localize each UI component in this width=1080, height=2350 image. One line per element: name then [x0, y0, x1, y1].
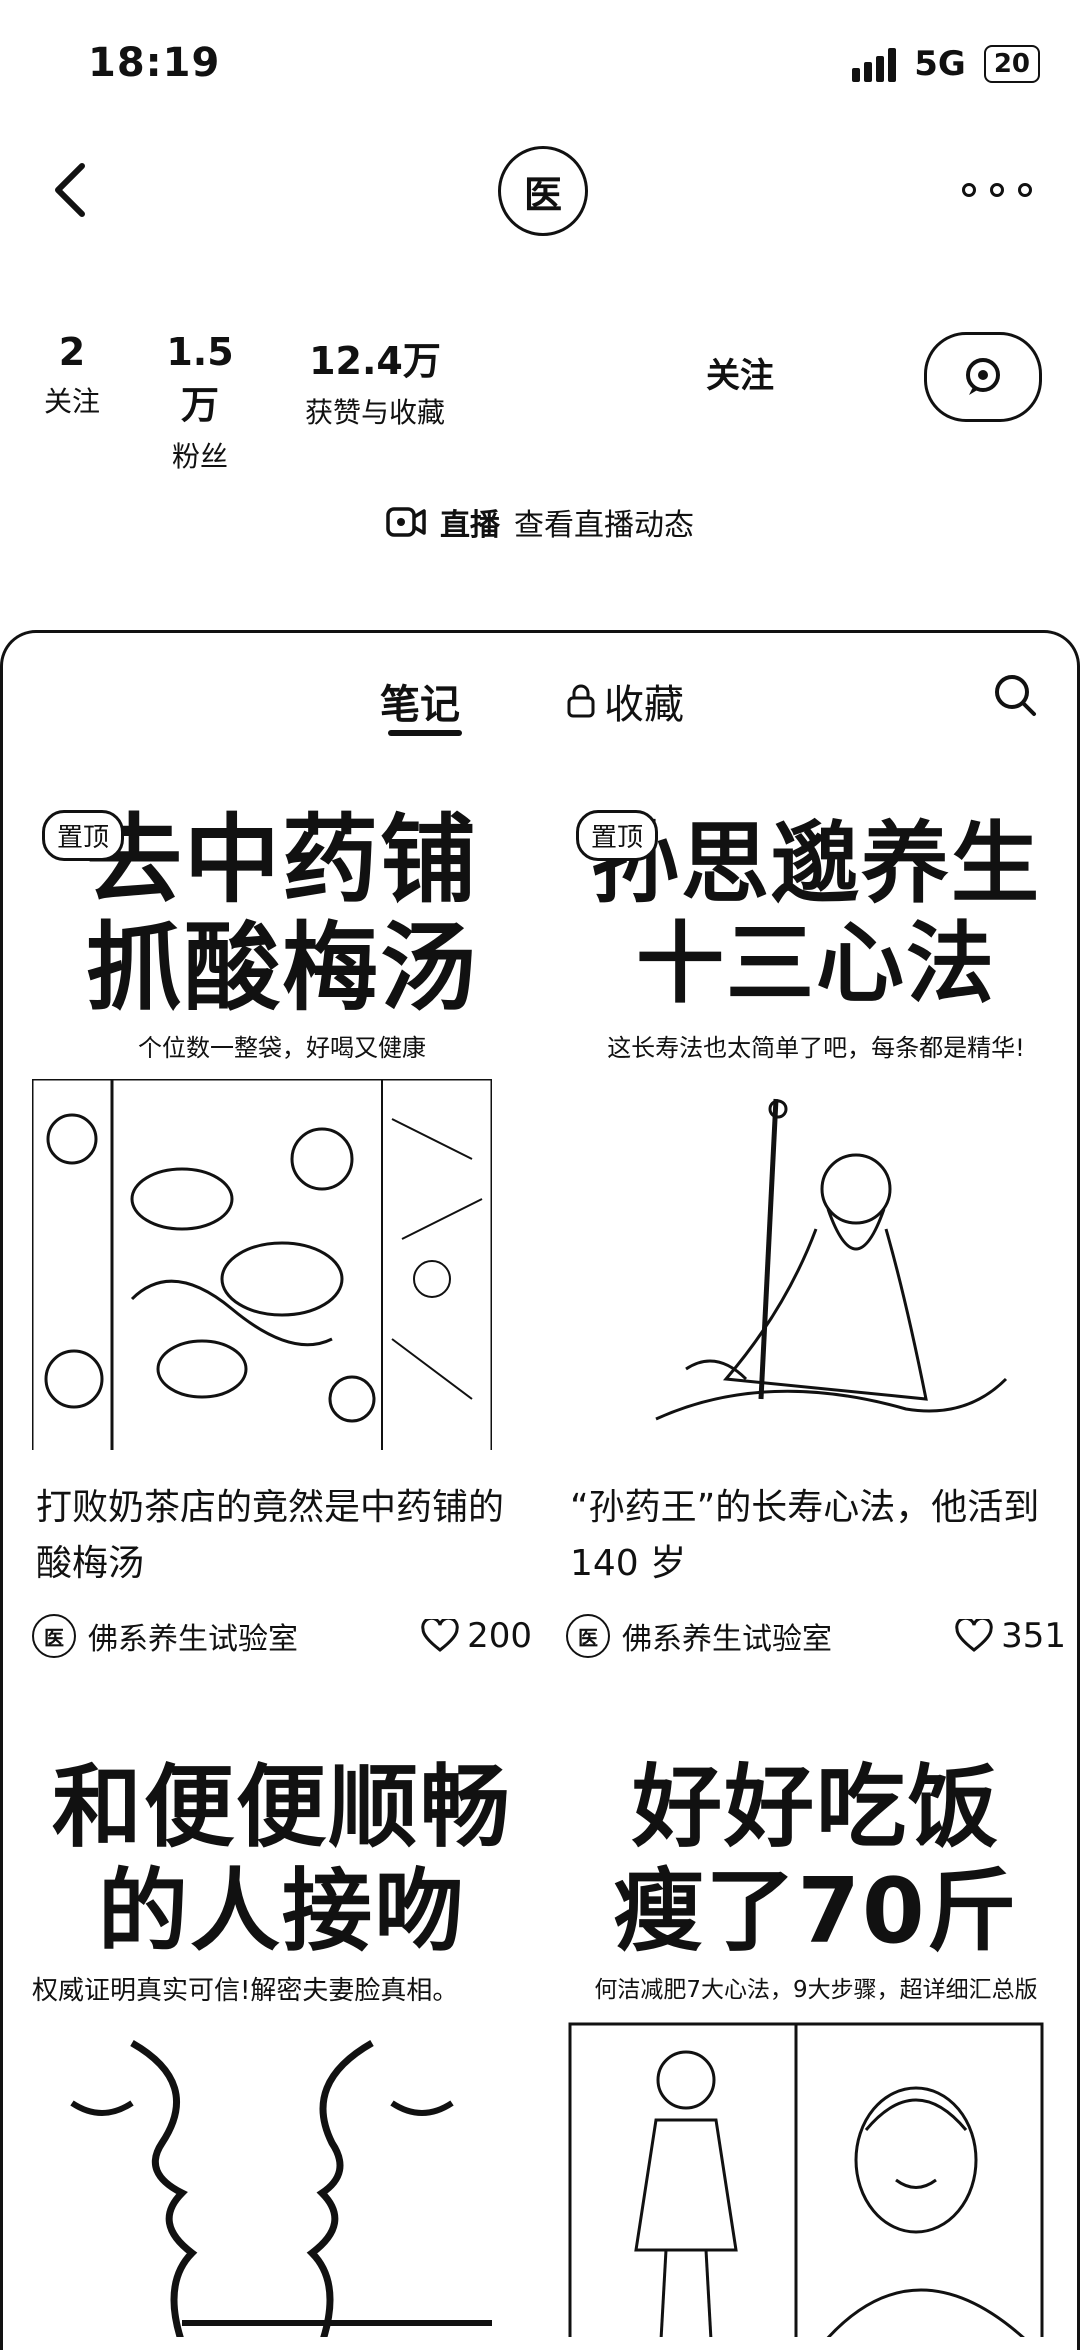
chat-bubble-icon: [966, 358, 1000, 395]
stat-value: 12.4万: [309, 339, 441, 383]
dot-icon: [1018, 183, 1032, 197]
cover-subtitle: 权威证明真实可信!解密夫妻脸真相。: [32, 1976, 459, 2006]
cover-subtitle: 个位数一整袋，好喝又健康: [138, 1034, 426, 1062]
author[interactable]: 医 佛系养生试验室: [32, 1614, 298, 1658]
cover-subtitle: 何洁减肥7大心法，9大步骤，超详细汇总版: [594, 1977, 1038, 2003]
profile-avatar[interactable]: 医: [498, 146, 588, 236]
note-meta: 医 佛系养生试验室 351: [566, 1614, 1066, 1658]
live-camera-icon: [386, 507, 426, 537]
follow-button[interactable]: 关注: [706, 348, 774, 397]
tab-label: 笔记: [380, 682, 460, 728]
live-label: 直播: [440, 508, 500, 543]
note-card[interactable]: 好好吃饭 瘦了70斤 何洁减肥7大心法，9大步骤，超详细汇总版: [566, 1756, 1066, 2337]
author-avatar: 医: [566, 1614, 610, 1658]
like-count: 200: [467, 1616, 532, 1656]
herbs-photo-image: [32, 1077, 494, 1450]
note-card[interactable]: 和便便顺畅 的人接吻 权威证明真实可信!解密夫妻脸真相。: [32, 1756, 532, 2337]
stat-following[interactable]: 2 关注: [40, 330, 104, 420]
back-button[interactable]: [40, 150, 100, 230]
more-options-button[interactable]: [962, 170, 1032, 210]
like-button[interactable]: 351: [955, 1616, 1066, 1656]
status-icons: 5G 20: [852, 44, 1040, 84]
stat-label: 获赞与收藏: [304, 396, 445, 429]
status-time: 18:19: [88, 40, 221, 86]
kiss-illustration-image: [70, 2039, 492, 2337]
like-button[interactable]: 200: [421, 1616, 532, 1656]
note-cover: 和便便顺畅 的人接吻 权威证明真实可信!解密夫妻脸真相。: [32, 1756, 532, 2337]
like-count: 351: [1001, 1616, 1066, 1656]
note-cover: 好好吃饭 瘦了70斤 何洁减肥7大心法，9大步骤，超详细汇总版: [566, 1756, 1066, 2337]
note-card[interactable]: 置顶 去中药铺 抓酸梅汤 个位数一整袋，好喝又健康 打败奶茶店的竟然是中药铺的酸…: [32, 800, 532, 1658]
cover-title: 的人接吻: [98, 1859, 466, 1964]
sage-illustration-image: [655, 1098, 1008, 1421]
note-title: 打败奶茶店的竟然是中药铺的酸梅汤: [36, 1487, 505, 1584]
author[interactable]: 医 佛系养生试验室: [566, 1614, 832, 1658]
stat-likes-collects[interactable]: 12.4万 获赞与收藏: [290, 330, 460, 431]
cover-title: 瘦了70斤: [613, 1859, 1019, 1964]
tab-label: 收藏: [604, 682, 684, 728]
live-row[interactable]: 直播 查看直播动态: [0, 500, 1080, 544]
note-title: “孙药王”的长寿心法，他活到140 岁: [570, 1487, 1040, 1584]
note-card[interactable]: 置顶 孙思邈养生 十三心法 这长寿法也太简单了吧，每条都是精华! “孙药王”的长…: [566, 800, 1066, 1658]
dot-icon: [990, 183, 1004, 197]
cover-title: 和便便顺畅: [52, 1756, 512, 1860]
before-after-photo-image: [568, 2022, 1044, 2337]
network-type: 5G: [914, 44, 966, 84]
avatar-text: 医: [523, 172, 562, 217]
cover-title: 抓酸梅汤: [86, 912, 478, 1024]
message-button[interactable]: [924, 332, 1042, 422]
author-name: 佛系养生试验室: [88, 1622, 298, 1657]
note-meta: 医 佛系养生试验室 200: [32, 1614, 532, 1658]
cover-title: 十三心法: [635, 912, 996, 1015]
note-cover: 置顶 孙思邈养生 十三心法 这长寿法也太简单了吧，每条都是精华!: [566, 800, 1066, 1450]
heart-icon: [421, 1619, 459, 1652]
tab-collections[interactable]: 收藏: [566, 672, 684, 730]
pin-badge: 置顶: [576, 810, 659, 861]
heart-icon: [955, 1619, 993, 1652]
lock-icon: [567, 684, 595, 718]
signal-icon: [852, 46, 897, 82]
stat-label: 关注: [43, 385, 100, 418]
chevron-left-icon: [55, 163, 85, 217]
battery-icon: 20: [983, 45, 1040, 83]
search-button[interactable]: [990, 670, 1040, 720]
search-icon: [995, 675, 1036, 716]
note-cover: 置顶 去中药铺 抓酸梅汤 个位数一整袋，好喝又健康: [32, 800, 532, 1450]
cover-title: 好好吃饭: [632, 1756, 1000, 1860]
author-avatar: 医: [32, 1614, 76, 1658]
pin-badge: 置顶: [42, 810, 125, 861]
stat-followers[interactable]: 1.5万 粉丝: [148, 330, 252, 475]
author-name: 佛系养生试验室: [622, 1622, 832, 1657]
cover-subtitle: 这长寿法也太简单了吧，每条都是精华!: [607, 1034, 1025, 1062]
live-link[interactable]: 查看直播动态: [514, 500, 694, 544]
tab-active-indicator: [388, 730, 462, 736]
tab-notes[interactable]: 笔记: [380, 672, 460, 730]
stat-value: 2: [58, 330, 86, 374]
dot-icon: [962, 183, 976, 197]
stat-label: 粉丝: [171, 440, 228, 473]
stat-value: 1.5万: [166, 330, 234, 427]
